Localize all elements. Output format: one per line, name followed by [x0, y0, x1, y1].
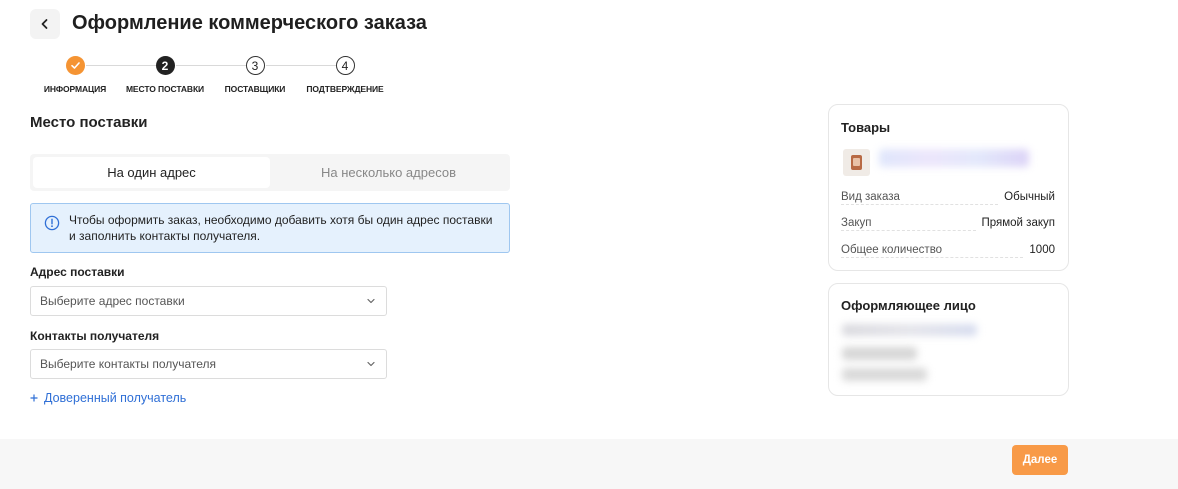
- footer-bar: [0, 439, 1178, 489]
- person-phone-blurred: [842, 347, 917, 360]
- info-icon: [44, 215, 60, 231]
- summary-key: Общее количество: [841, 244, 1024, 258]
- step-label: ИНФОРМАЦИЯ: [43, 84, 107, 94]
- address-select-placeholder: Выберите адрес поставки: [40, 294, 185, 308]
- tab-single-address[interactable]: На один адрес: [33, 157, 270, 188]
- delivery-mode-tabs: На один адрес На несколько адресов: [30, 154, 510, 191]
- summary-value: 1000: [1029, 244, 1055, 256]
- person-name-blurred: [842, 324, 977, 336]
- step-confirmation: 4 ПОДТВЕРЖДЕНИЕ: [300, 56, 390, 94]
- plus-icon: [30, 394, 38, 402]
- tab-multiple-addresses[interactable]: На несколько адресов: [270, 157, 507, 188]
- ordering-person-card: Оформляющее лицо: [828, 283, 1069, 396]
- back-button[interactable]: [30, 9, 60, 39]
- summary-key: Закуп: [841, 217, 976, 231]
- section-title: Место поставки: [30, 114, 148, 131]
- checkout-stepper: ИНФОРМАЦИЯ 2 МЕСТО ПОСТАВКИ 3 ПОСТАВЩИКИ…: [40, 56, 400, 96]
- chevron-left-icon: [41, 19, 48, 29]
- ordering-person-title: Оформляющее лицо: [841, 298, 976, 313]
- product-thumbnail: [843, 149, 870, 176]
- check-icon: [70, 62, 80, 69]
- step-number: 4: [335, 56, 355, 75]
- step-number: 2: [155, 56, 175, 75]
- summary-value: Обычный: [1004, 191, 1055, 203]
- notice-text: Чтобы оформить заказ, необходимо добавит…: [69, 213, 493, 243]
- info-notice: Чтобы оформить заказ, необходимо добавит…: [30, 203, 510, 253]
- contacts-select[interactable]: Выберите контакты получателя: [30, 349, 387, 379]
- step-label: МЕСТО ПОСТАВКИ: [125, 84, 205, 94]
- summary-value: Прямой закуп: [981, 217, 1056, 229]
- add-trusted-recipient-link[interactable]: Доверенный получатель: [30, 391, 186, 405]
- page-title: Оформление коммерческого заказа: [72, 12, 427, 34]
- summary-row: Закуп Прямой закуп: [841, 217, 1055, 231]
- step-label: ПОСТАВЩИКИ: [224, 84, 286, 94]
- contacts-select-placeholder: Выберите контакты получателя: [40, 357, 217, 371]
- goods-card-title: Товары: [841, 120, 891, 135]
- step-done-circle: [65, 56, 85, 75]
- chevron-down-icon: [367, 361, 375, 367]
- person-email-blurred: [842, 368, 927, 381]
- step-suppliers: 3 ПОСТАВЩИКИ: [210, 56, 300, 94]
- step-information: ИНФОРМАЦИЯ: [30, 56, 120, 94]
- step-label: ПОДТВЕРЖДЕНИЕ: [306, 84, 384, 94]
- add-trusted-recipient-label: Доверенный получатель: [44, 391, 187, 405]
- next-button[interactable]: Далее: [1012, 445, 1068, 475]
- summary-row: Общее количество 1000: [841, 244, 1055, 258]
- chevron-down-icon: [367, 298, 375, 304]
- product-name-blurred: [879, 149, 1029, 167]
- goods-card: Товары Вид заказа Обычный Закуп Прямой з…: [828, 104, 1069, 271]
- summary-key: Вид заказа: [841, 191, 999, 205]
- step-number: 3: [245, 56, 265, 75]
- address-label: Адрес поставки: [30, 265, 125, 279]
- contacts-label: Контакты получателя: [30, 329, 160, 343]
- step-delivery-place: 2 МЕСТО ПОСТАВКИ: [120, 56, 210, 94]
- address-select[interactable]: Выберите адрес поставки: [30, 286, 387, 316]
- summary-row: Вид заказа Обычный: [841, 191, 1055, 205]
